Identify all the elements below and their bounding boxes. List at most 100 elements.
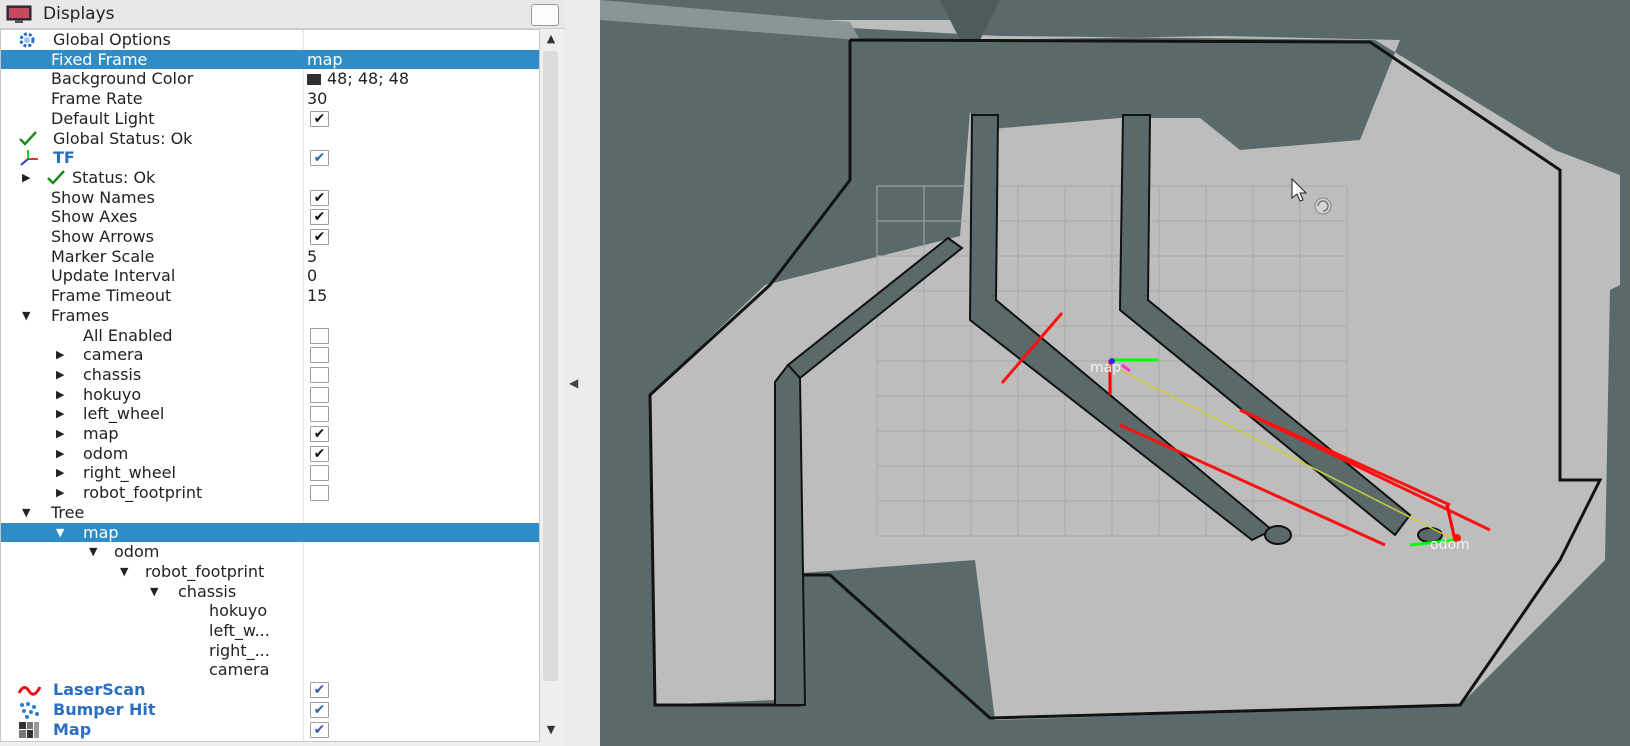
expand-arrow-down-icon[interactable]: ▼: [56, 523, 64, 543]
tree-row-show-arrows[interactable]: Show Arrows ✔: [1, 227, 539, 247]
expand-arrow-down-icon[interactable]: ▼: [150, 582, 158, 602]
checkbox-frame-map[interactable]: ✔: [310, 426, 329, 442]
tree-value-text: map: [307, 49, 343, 69]
checkbox-tf[interactable]: ✔: [310, 150, 329, 167]
tree-label-tree-right: right_...: [209, 640, 270, 660]
checkbox-show-names[interactable]: ✔: [310, 189, 329, 206]
display-tree[interactable]: Global Options Fixed Frame map Background C…: [0, 29, 540, 742]
scroll-down-button[interactable]: ▼: [540, 720, 562, 740]
check-icon: [46, 169, 66, 190]
tree-row-fixed-frame[interactable]: Fixed Frame map: [1, 49, 539, 70]
tree-value-text: 5: [307, 246, 318, 266]
tree-label-frame-map: map: [83, 424, 119, 443]
expand-arrow-right-icon[interactable]: ▶: [56, 404, 64, 424]
tree-label-marker-scale: Marker Scale: [51, 246, 155, 266]
checkbox-bumper-hit[interactable]: ✔: [310, 701, 329, 718]
expand-arrow-down-icon[interactable]: ▼: [120, 562, 128, 582]
tree-value-marker-scale[interactable]: 5: [307, 247, 317, 267]
expand-arrow-right-icon[interactable]: ▶: [56, 444, 64, 464]
collapse-panel-arrow-icon[interactable]: ◀: [569, 376, 578, 390]
tree-row-frame-camera[interactable]: ▶ camera: [1, 345, 539, 365]
tree-row-show-names[interactable]: Show Names ✔: [1, 188, 539, 208]
checkbox-frame-robot-footprint[interactable]: [310, 485, 329, 502]
tree-label-frame-rate: Frame Rate: [51, 89, 143, 109]
tree-row-global-options[interactable]: Global Options: [1, 30, 539, 50]
expand-arrow-right-icon[interactable]: ▶: [56, 424, 64, 444]
checkbox-show-axes[interactable]: ✔: [310, 209, 329, 226]
checkbox-laserscan[interactable]: ✔: [310, 682, 329, 699]
tree-row-tree-right[interactable]: right_...: [1, 641, 539, 661]
expand-arrow-down-icon[interactable]: ▼: [22, 306, 30, 326]
tree-row-frame-timeout[interactable]: Frame Timeout 15: [1, 286, 539, 306]
tree-label-frame-left-wheel: left_wheel: [83, 404, 165, 424]
tree-row-background-color[interactable]: Background Color 48; 48; 48: [1, 69, 539, 89]
expand-arrow-down-icon[interactable]: ▼: [89, 542, 97, 562]
tree-row-marker-scale[interactable]: Marker Scale 5: [1, 247, 539, 267]
tree-row-frame-robot-footprint[interactable]: ▶ robot_footprint: [1, 483, 539, 503]
tree-label-tf-status: Status: Ok: [72, 167, 156, 187]
tree-label-default-light: Default Light: [51, 108, 155, 128]
checkbox-frame-right-wheel[interactable]: [310, 465, 329, 482]
tree-value-frame-rate[interactable]: 30: [307, 89, 327, 109]
expand-arrow-right-icon[interactable]: ▶: [56, 483, 64, 503]
checkbox-frame-hokuyo[interactable]: [310, 386, 329, 403]
float-window-button[interactable]: [531, 4, 559, 26]
tree-row-frame-map[interactable]: ▶ map ✔: [1, 424, 539, 444]
tree-row-tree-left-wheel[interactable]: left_w...: [1, 621, 539, 641]
color-swatch[interactable]: [307, 74, 321, 86]
tree-row-global-status[interactable]: Global Status: Ok: [1, 129, 539, 149]
tree-row-tree-chassis[interactable]: ▼ chassis: [1, 582, 539, 602]
checkbox-map-display[interactable]: ✔: [310, 721, 329, 738]
tree-row-bumper-hit[interactable]: Bumper Hit ✔: [1, 700, 539, 720]
tree-row-laserscan[interactable]: LaserScan ✔: [1, 680, 539, 700]
expand-arrow-right-icon[interactable]: ▶: [56, 365, 64, 385]
vertical-scrollbar[interactable]: ▲ ▼: [540, 29, 562, 740]
tree-row-frame-right-wheel[interactable]: ▶ right_wheel: [1, 463, 539, 483]
tree-row-map-display[interactable]: Map ✔: [1, 720, 539, 740]
checkbox-frame-odom[interactable]: ✔: [310, 445, 329, 462]
expand-arrow-right-icon[interactable]: ▶: [56, 385, 64, 405]
map-icon: [18, 721, 40, 742]
tree-row-frame-rate[interactable]: Frame Rate 30: [1, 89, 539, 109]
tree-label-frame-camera: camera: [83, 345, 144, 365]
tree-row-tree-group[interactable]: ▼ Tree: [1, 503, 539, 523]
checkbox-frame-left-wheel[interactable]: [310, 406, 329, 423]
tree-row-default-light[interactable]: Default Light ✔: [1, 109, 539, 129]
expand-arrow-right-icon[interactable]: ▶: [56, 463, 64, 483]
tree-label-frame-timeout: Frame Timeout: [51, 286, 172, 306]
tree-row-tree-robot-footprint[interactable]: ▼ robot_footprint: [1, 562, 539, 582]
tree-row-all-enabled[interactable]: All Enabled: [1, 326, 539, 346]
scroll-thumb[interactable]: [543, 51, 558, 681]
tree-row-frame-odom[interactable]: ▶ odom ✔: [1, 444, 539, 464]
checkbox-frame-chassis[interactable]: [310, 366, 329, 383]
tree-value-frame-timeout[interactable]: 15: [307, 286, 327, 306]
tree-row-frames[interactable]: ▼ Frames: [1, 306, 539, 326]
tree-row-update-interval[interactable]: Update Interval 0: [1, 266, 539, 286]
tree-row-tree-hokuyo[interactable]: hokuyo: [1, 601, 539, 621]
3d-viewport[interactable]: map odom: [600, 0, 1630, 746]
tree-value-fixed-frame[interactable]: map: [307, 50, 343, 70]
tree-row-tree-camera[interactable]: camera: [1, 660, 539, 680]
tree-row-frame-chassis[interactable]: ▶ chassis: [1, 365, 539, 385]
tree-label-frames: Frames: [51, 305, 110, 325]
tree-row-tree-map[interactable]: ▼ map: [1, 522, 539, 543]
tree-row-frame-left-wheel[interactable]: ▶ left_wheel: [1, 404, 539, 424]
tree-row-frame-hokuyo[interactable]: ▶ hokuyo: [1, 385, 539, 405]
tree-value-update-interval[interactable]: 0: [307, 266, 317, 286]
tree-row-tree-odom[interactable]: ▼ odom: [1, 542, 539, 562]
tree-row-tf[interactable]: TF ✔: [1, 148, 539, 168]
expand-arrow-right-icon[interactable]: ▶: [56, 345, 64, 365]
scroll-up-button[interactable]: ▲: [540, 29, 562, 49]
expand-arrow-right-icon[interactable]: ▶: [22, 168, 30, 188]
tree-value-background-color[interactable]: 48; 48; 48: [307, 69, 409, 89]
checkbox-all-enabled[interactable]: [310, 327, 329, 344]
map-render: map odom: [600, 0, 1620, 720]
checkbox-default-light[interactable]: ✔: [310, 110, 329, 127]
tree-label-map-display: Map: [53, 719, 92, 739]
displays-panel: Displays Global Options Fixed Frame map Bac…: [0, 0, 565, 746]
checkbox-frame-camera[interactable]: [310, 347, 329, 364]
checkbox-show-arrows[interactable]: ✔: [310, 229, 329, 245]
tree-row-show-axes[interactable]: Show Axes ✔: [1, 207, 539, 227]
expand-arrow-down-icon[interactable]: ▼: [22, 503, 30, 523]
tree-row-tf-status[interactable]: ▶ Status: Ok: [1, 168, 539, 188]
